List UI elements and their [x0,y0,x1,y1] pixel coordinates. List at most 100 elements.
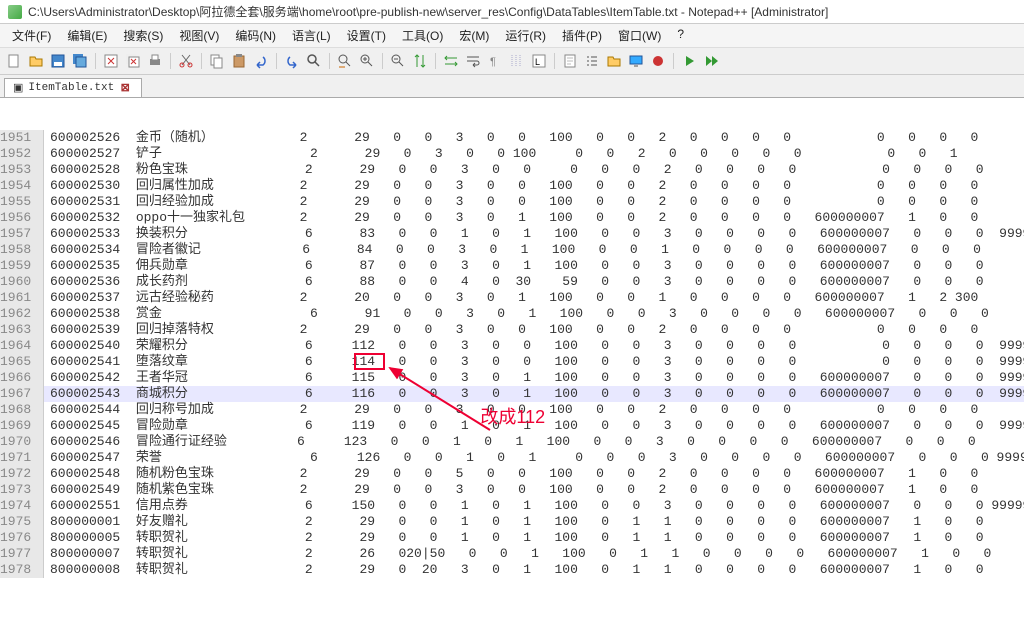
table-row[interactable]: 1960600002536 成长药剂 6 88 0 0 4 0 30 59 0 … [0,274,1024,290]
line-content: 600002541 堕落纹章 6 114 0 0 3 0 0 100 0 0 3… [44,354,1024,370]
file-icon: ▣ [13,81,23,95]
func-list-icon[interactable] [582,51,602,71]
line-content: 600002542 王者华冠 6 115 0 0 3 0 1 100 0 0 3… [44,370,1024,386]
sync-h-icon[interactable] [441,51,461,71]
menubar: 文件(F)编辑(E)搜索(S)视图(V)编码(N)语言(L)设置(T)工具(O)… [0,24,1024,48]
table-row[interactable]: 1973600002549 随机紫色宝珠 2 29 0 0 3 0 0 100 … [0,482,1024,498]
line-content: 600002547 荣誉 6 126 0 0 1 0 1 0 0 0 3 0 0… [44,450,1024,466]
line-number: 1974 [0,498,44,514]
menu-item[interactable]: 运行(R) [497,24,554,47]
play-icon[interactable] [679,51,699,71]
tab-label: ItemTable.txt [28,82,114,94]
new-file-icon[interactable] [4,51,24,71]
folder-icon[interactable] [604,51,624,71]
line-number: 1959 [0,258,44,274]
redo-icon[interactable] [282,51,302,71]
line-content: 600002538 赏金 6 91 0 0 3 0 1 100 0 0 3 0 … [44,306,1024,322]
table-row[interactable]: 1954600002530 回归属性加成 2 29 0 0 3 0 0 100 … [0,178,1024,194]
table-row[interactable]: 1959600002535 佣兵勋章 6 87 0 0 3 0 1 100 0 … [0,258,1024,274]
doc-map-icon[interactable] [560,51,580,71]
line-number: 1962 [0,306,44,322]
menu-item[interactable]: 工具(O) [394,24,451,47]
table-row[interactable]: 1955600002531 回归经验加成 2 29 0 0 3 0 0 100 … [0,194,1024,210]
line-number: 1952 [0,146,44,162]
table-row[interactable]: 1957600002533 换装积分 6 83 0 0 1 0 1 100 0 … [0,226,1024,242]
line-number: 1954 [0,178,44,194]
line-content: 600002544 回归称号加成 2 29 0 0 3 0 0 100 0 0 … [44,402,1024,418]
table-row[interactable]: 1975800000001 好友赠礼 2 29 0 0 1 0 1 100 0 … [0,514,1024,530]
line-content: 600002539 回归掉落特权 2 29 0 0 3 0 0 100 0 0 … [44,322,1024,338]
table-row[interactable]: 1963600002539 回归掉落特权 2 29 0 0 3 0 0 100 … [0,322,1024,338]
line-number: 1971 [0,450,44,466]
table-row[interactable]: 1961600002537 远古经验秘药 2 20 0 0 3 0 1 100 … [0,290,1024,306]
line-content: 600002537 远古经验秘药 2 20 0 0 3 0 1 100 0 0 … [44,290,1024,306]
line-content: 600002530 回归属性加成 2 29 0 0 3 0 0 100 0 0 … [44,178,1024,194]
table-row[interactable]: 1977800000007 转职贺礼 2 26 020|50 0 0 1 100… [0,546,1024,562]
table-row[interactable]: 1966600002542 王者华冠 6 115 0 0 3 0 1 100 0… [0,370,1024,386]
table-row[interactable]: 1965600002541 堕落纹章 6 114 0 0 3 0 0 100 0… [0,354,1024,370]
table-row[interactable]: 1968600002544 回归称号加成 2 29 0 0 3 0 0 100 … [0,402,1024,418]
record-icon[interactable] [648,51,668,71]
line-content: 600002549 随机紫色宝珠 2 29 0 0 3 0 0 100 0 0 … [44,482,1024,498]
table-row[interactable]: 1967600002543 商城积分 6 116 0 0 3 0 1 100 0… [0,386,1024,402]
table-row[interactable]: 1952600002527 铲子 2 29 0 3 0 0 100 0 0 2 … [0,146,1024,162]
monitor-icon[interactable] [626,51,646,71]
line-number: 1951 [0,130,44,146]
menu-item[interactable]: 文件(F) [4,24,59,47]
line-number: 1964 [0,338,44,354]
line-number: 1956 [0,210,44,226]
close-icon[interactable] [101,51,121,71]
cut-icon[interactable] [176,51,196,71]
open-file-icon[interactable] [26,51,46,71]
menu-item[interactable]: 搜索(S) [115,24,171,47]
paste-icon[interactable] [229,51,249,71]
table-row[interactable]: 1951600002526 金币（随机） 2 29 0 0 3 0 0 100 … [0,130,1024,146]
table-row[interactable]: 1956600002532 oppo十一独家礼包 2 29 0 0 3 0 1 … [0,210,1024,226]
menu-item[interactable]: 插件(P) [554,24,610,47]
table-row[interactable]: 1964600002540 荣耀积分 6 112 0 0 3 0 0 100 0… [0,338,1024,354]
indent-guide-icon[interactable] [507,51,527,71]
zoom-out-icon[interactable] [388,51,408,71]
save-icon[interactable] [48,51,68,71]
close-all-icon[interactable] [123,51,143,71]
line-content: 600002534 冒险者徽记 6 84 0 0 3 0 1 100 0 0 1… [44,242,1024,258]
menu-item[interactable]: 编码(N) [227,24,284,47]
editor[interactable]: 1951600002526 金币（随机） 2 29 0 0 3 0 0 100 … [0,98,1024,642]
lang-icon[interactable]: L [529,51,549,71]
replace-icon[interactable] [335,51,355,71]
line-content: 600002545 冒险勋章 6 119 0 0 1 0 1 100 0 0 3… [44,418,1024,434]
close-icon[interactable]: ⊠ [119,82,131,94]
sync-v-icon[interactable] [410,51,430,71]
menu-item[interactable]: 窗口(W) [610,24,669,47]
menu-item[interactable]: 视图(V) [171,24,227,47]
line-number: 1967 [0,386,44,402]
table-row[interactable]: 1972600002548 随机粉色宝珠 2 29 0 0 5 0 0 100 … [0,466,1024,482]
table-row[interactable]: 1971600002547 荣誉 6 126 0 0 1 0 1 0 0 0 3… [0,450,1024,466]
wrap-icon[interactable] [463,51,483,71]
play-multi-icon[interactable] [701,51,721,71]
table-row[interactable]: 1970600002546 冒险通行证经验 6 123 0 0 1 0 1 10… [0,434,1024,450]
ws-icon[interactable]: ¶ [485,51,505,71]
menu-item[interactable]: 语言(L) [284,24,339,47]
line-number: 1972 [0,466,44,482]
table-row[interactable]: 1953600002528 粉色宝珠 2 29 0 0 3 0 0 0 0 0 … [0,162,1024,178]
line-number: 1953 [0,162,44,178]
menu-item[interactable]: ? [669,24,692,47]
find-icon[interactable] [304,51,324,71]
save-all-icon[interactable] [70,51,90,71]
undo-icon[interactable] [251,51,271,71]
copy-icon[interactable] [207,51,227,71]
table-row[interactable]: 1969600002545 冒险勋章 6 119 0 0 1 0 1 100 0… [0,418,1024,434]
table-row[interactable]: 1974600002551 信用点券 6 150 0 0 1 0 1 100 0… [0,498,1024,514]
menu-item[interactable]: 编辑(E) [59,24,115,47]
tab-itemtable[interactable]: ▣ ItemTable.txt ⊠ [4,78,142,97]
zoom-in-icon[interactable] [357,51,377,71]
print-icon[interactable] [145,51,165,71]
line-content: 600002528 粉色宝珠 2 29 0 0 3 0 0 0 0 0 2 0 … [44,162,1024,178]
table-row[interactable]: 1976800000005 转职贺礼 2 29 0 0 1 0 1 100 0 … [0,530,1024,546]
table-row[interactable]: 1962600002538 赏金 6 91 0 0 3 0 1 100 0 0 … [0,306,1024,322]
menu-item[interactable]: 宏(M) [451,24,497,47]
table-row[interactable]: 1978800000008 转职贺礼 2 29 0 20 3 0 1 100 0… [0,562,1024,578]
menu-item[interactable]: 设置(T) [339,24,394,47]
table-row[interactable]: 1958600002534 冒险者徽记 6 84 0 0 3 0 1 100 0… [0,242,1024,258]
